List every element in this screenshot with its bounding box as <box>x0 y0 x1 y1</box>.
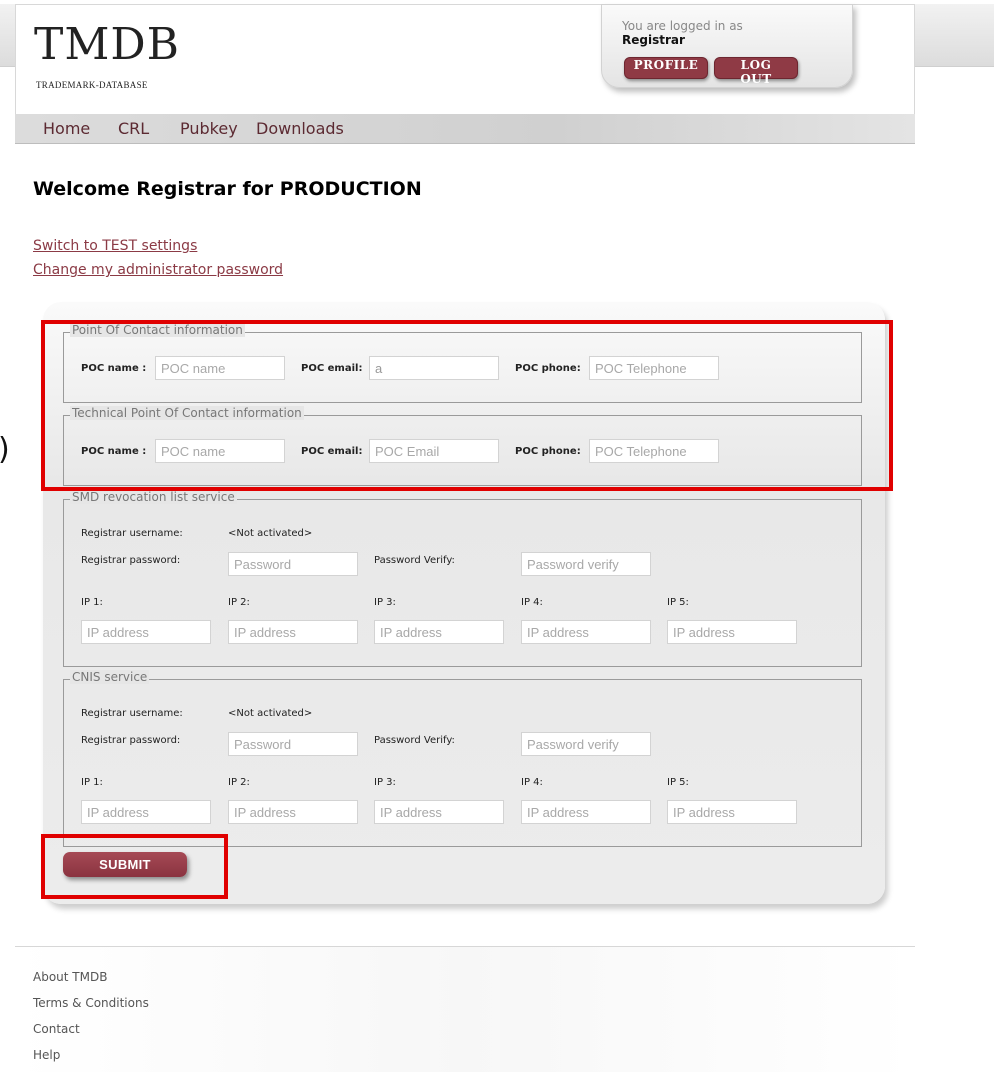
login-panel: You are logged in as Registrar PROFILE L… <box>601 4 853 88</box>
smd-username-label: Registrar username: <box>81 528 183 539</box>
cnis-ip1-label: IP 1: <box>81 777 103 788</box>
nav-downloads[interactable]: Downloads <box>256 119 344 138</box>
smd-verify-input[interactable] <box>521 552 651 576</box>
smd-ip1-label: IP 1: <box>81 597 103 608</box>
main-nav: Home CRL Pubkey Downloads <box>15 114 915 144</box>
cnis-username-label: Registrar username: <box>81 708 183 719</box>
footer-contact-link[interactable]: Contact <box>33 1022 80 1036</box>
footer-help-link[interactable]: Help <box>33 1048 60 1062</box>
highlight-submit <box>41 834 228 899</box>
smd-ip2-label: IP 2: <box>228 597 250 608</box>
cnis-legend: CNIS service <box>70 670 150 684</box>
smd-ip3-label: IP 3: <box>374 597 396 608</box>
page-title: Welcome Registrar for PRODUCTION <box>33 178 422 200</box>
cnis-ip2-label: IP 2: <box>228 777 250 788</box>
cnis-verify-input[interactable] <box>521 732 651 756</box>
smd-ip4-input[interactable] <box>521 620 651 644</box>
smd-password-label: Registrar password: <box>81 555 181 566</box>
cnis-ip5-label: IP 5: <box>667 777 689 788</box>
smd-ip2-input[interactable] <box>228 620 358 644</box>
footer-about-link[interactable]: About TMDB <box>33 970 107 984</box>
cnis-verify-label: Password Verify: <box>374 735 455 746</box>
footer-terms-link[interactable]: Terms & Conditions <box>33 996 149 1010</box>
highlight-poc-sections <box>41 320 893 491</box>
nav-pubkey[interactable]: Pubkey <box>180 119 238 138</box>
smd-ip1-input[interactable] <box>81 620 211 644</box>
logo-title[interactable]: TMDB <box>34 19 180 70</box>
site-header: TMDB TRADEMARK-DATABASE You are logged i… <box>15 4 915 114</box>
right-edge-bar <box>915 4 994 67</box>
nav-home[interactable]: Home <box>43 119 90 138</box>
change-password-link[interactable]: Change my administrator password <box>33 262 283 278</box>
left-edge-bar <box>0 4 15 67</box>
smd-legend: SMD revocation list service <box>70 490 237 504</box>
smd-ip4-label: IP 4: <box>521 597 543 608</box>
cnis-ip5-input[interactable] <box>667 800 797 824</box>
cnis-username-value: <Not activated> <box>228 708 313 719</box>
logout-button[interactable]: LOG OUT <box>714 57 798 86</box>
smd-fieldset: SMD revocation list service Registrar us… <box>63 490 862 667</box>
cnis-ip3-label: IP 3: <box>374 777 396 788</box>
footer <box>15 947 915 1072</box>
smd-password-input[interactable] <box>228 552 358 576</box>
profile-button[interactable]: PROFILE <box>624 57 708 79</box>
annotation-paren: ) <box>0 432 10 467</box>
cnis-password-label: Registrar password: <box>81 735 181 746</box>
login-status: You are logged in as <box>622 19 743 33</box>
smd-ip5-label: IP 5: <box>667 597 689 608</box>
login-user: Registrar <box>622 33 685 47</box>
smd-ip3-input[interactable] <box>374 620 504 644</box>
smd-username-value: <Not activated> <box>228 528 313 539</box>
logo-subtitle: TRADEMARK-DATABASE <box>36 80 148 90</box>
switch-test-settings-link[interactable]: Switch to TEST settings <box>33 238 197 254</box>
cnis-ip3-input[interactable] <box>374 800 504 824</box>
smd-ip5-input[interactable] <box>667 620 797 644</box>
cnis-password-input[interactable] <box>228 732 358 756</box>
cnis-ip4-input[interactable] <box>521 800 651 824</box>
nav-crl[interactable]: CRL <box>118 119 149 138</box>
cnis-ip4-label: IP 4: <box>521 777 543 788</box>
cnis-ip2-input[interactable] <box>228 800 358 824</box>
smd-verify-label: Password Verify: <box>374 555 455 566</box>
cnis-ip1-input[interactable] <box>81 800 211 824</box>
cnis-fieldset: CNIS service Registrar username: <Not ac… <box>63 670 862 847</box>
